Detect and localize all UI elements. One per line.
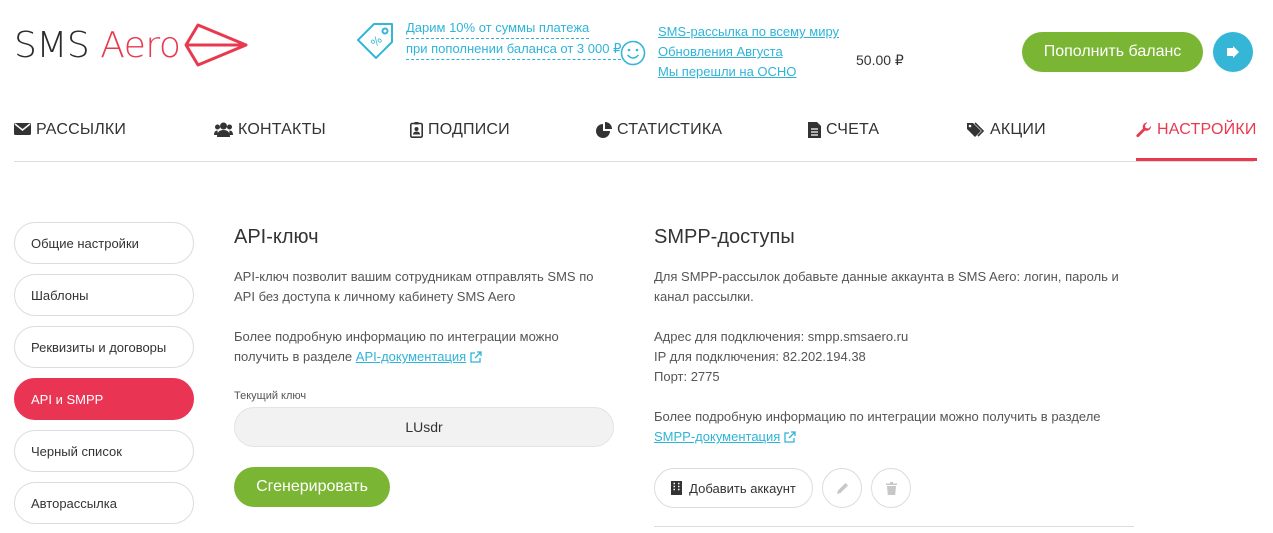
news-link-osno[interactable]: Мы перешли на ОСНО [658, 62, 839, 82]
users-icon [214, 122, 233, 137]
edit-account-button[interactable] [822, 468, 862, 508]
smpp-doc-link[interactable]: SMPP-документация [654, 429, 780, 444]
nav-item-mailings[interactable]: РАССЫЛКИ [14, 121, 126, 161]
smpp-section: SMPP-доступы Для SMPP-рассылок добавьте … [654, 226, 1134, 447]
nav-item-settings[interactable]: НАСТРОЙКИ [1136, 121, 1257, 161]
logout-button[interactable] [1213, 32, 1253, 72]
delete-account-button[interactable] [871, 468, 911, 508]
pie-chart-icon [596, 122, 612, 138]
file-text-icon [808, 122, 821, 138]
current-key-field[interactable] [234, 407, 614, 447]
logo-text: SMS Aero [14, 24, 181, 66]
sidebar-item-templates[interactable]: Шаблоны [14, 274, 194, 316]
api-doc-link[interactable]: API-документация [356, 349, 466, 364]
pencil-icon [836, 482, 848, 494]
paper-plane-logo-icon [184, 23, 248, 67]
discount-tag-icon: % [357, 23, 393, 59]
sidebar-item-blacklist[interactable]: Черный список [14, 430, 194, 472]
current-key-label: Текущий ключ [234, 390, 307, 402]
building-icon [671, 481, 683, 495]
logo[interactable]: SMS Aero [14, 18, 254, 72]
api-doc-info: Более подробную информацию по интеграции… [234, 329, 559, 364]
sidebar-item-general-settings[interactable]: Общие настройки [14, 222, 194, 264]
svg-text:%: % [368, 33, 385, 50]
sidebar-item-requisites[interactable]: Реквизиты и договоры [14, 326, 194, 368]
external-link-icon [784, 431, 796, 443]
external-link-icon [470, 351, 482, 363]
promo-line-2[interactable]: при пополнении баланса от 3 000 ₽ [406, 39, 622, 60]
smpp-ip: IP для подключения: 82.202.194.38 [654, 349, 866, 364]
news-link-updates[interactable]: Обновления Августа [658, 42, 839, 62]
news-links: SMS-рассылка по всему миру Обновления Ав… [658, 22, 839, 82]
trash-icon [885, 481, 897, 495]
main-nav: РАССЫЛКИ КОНТАКТЫ ПОДПИСИ СТАТИСТИКА СЧЕ… [14, 112, 1257, 162]
balance-value: 50.00 ₽ [856, 52, 904, 68]
smpp-actions: Добавить аккаунт [654, 468, 911, 508]
sidebar-item-api-smpp[interactable]: API и SMPP [14, 378, 194, 420]
nav-item-promotions[interactable]: АКЦИИ [967, 121, 1046, 161]
news-link-world[interactable]: SMS-рассылка по всему миру [658, 22, 839, 42]
nav-item-signatures[interactable]: ПОДПИСИ [410, 121, 510, 161]
promo-banner[interactable]: % Дарим 10% от суммы платежа при пополне… [352, 18, 622, 64]
smiley-icon [620, 40, 646, 66]
envelope-icon [14, 123, 31, 135]
smpp-title: SMPP-доступы [654, 226, 795, 248]
id-badge-icon [410, 122, 423, 138]
promo-line-1[interactable]: Дарим 10% от суммы платежа [406, 18, 590, 39]
tags-icon [967, 122, 985, 137]
nav-item-invoices[interactable]: СЧЕТА [808, 121, 879, 161]
sidebar-item-auto-mailing[interactable]: Авторассылка [14, 482, 194, 524]
nav-item-statistics[interactable]: СТАТИСТИКА [596, 121, 722, 161]
smpp-description: Для SMPP-рассылок добавьте данные аккаун… [654, 269, 1119, 304]
smpp-port: Порт: 2775 [654, 369, 720, 384]
wrench-icon [1136, 122, 1152, 138]
api-key-section: API-ключ API-ключ позволит вашим сотрудн… [234, 226, 624, 367]
generate-key-button[interactable]: Сгенерировать [234, 467, 390, 507]
sign-out-icon [1227, 46, 1239, 58]
api-key-title: API-ключ [234, 226, 319, 248]
divider [654, 526, 1134, 527]
add-account-button[interactable]: Добавить аккаунт [654, 468, 813, 508]
smpp-doc-info: Более подробную информацию по интеграции… [654, 409, 1101, 444]
smpp-address: Адрес для подключения: smpp.smsaero.ru [654, 329, 909, 344]
nav-item-contacts[interactable]: КОНТАКТЫ [214, 121, 326, 161]
api-key-description: API-ключ позволит вашим сотрудникам отпр… [234, 269, 594, 304]
topup-balance-button[interactable]: Пополнить баланс [1022, 32, 1203, 72]
